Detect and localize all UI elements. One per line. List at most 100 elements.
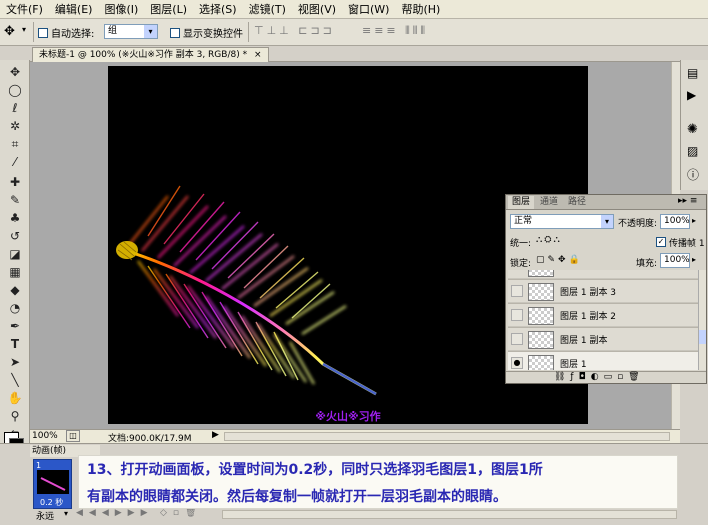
move-tool-icon[interactable]: ✥ bbox=[4, 24, 15, 39]
horizontal-scrollbar[interactable] bbox=[224, 432, 670, 441]
playback-controls-icon[interactable]: ◀◀◀▶▶▶ bbox=[76, 508, 154, 518]
layer-name: 图层 1 bbox=[560, 360, 587, 370]
menu-image[interactable]: 图像(I) bbox=[98, 0, 144, 19]
zoom-tool-icon[interactable]: ⚲ bbox=[5, 408, 25, 425]
gradient-tool-icon[interactable]: ▦ bbox=[5, 264, 25, 281]
layer-name: 图层 1 副本 bbox=[560, 336, 608, 346]
toolbox: ✥ ◯ ℓ ✲ ⌗ ⁄ ✚ ✎ ♣ ↺ ◪ ▦ ◆ ◔ ✒ T ➤ ╲ ✋ ⚲ … bbox=[0, 60, 30, 462]
layer-row[interactable]: 图层 1 副本 3 bbox=[508, 279, 698, 302]
menu-file[interactable]: 文件(F) bbox=[0, 0, 49, 19]
zoom-level[interactable]: 100% bbox=[32, 431, 58, 441]
opacity-field[interactable]: 100% bbox=[660, 214, 690, 229]
panel-menu-icon[interactable]: ▸▸ ≡ bbox=[678, 196, 697, 206]
clone-stamp-icon[interactable]: ♣ bbox=[5, 210, 25, 227]
blend-mode-dropdown[interactable]: 正常 ▾ bbox=[510, 214, 614, 229]
layer-thumbnail bbox=[528, 270, 554, 277]
layer-thumbnail bbox=[528, 331, 554, 349]
loop-dropdown-arrow-icon[interactable]: ▾ bbox=[64, 509, 68, 518]
status-menu-arrow-icon[interactable]: ▶ bbox=[212, 430, 219, 440]
lock-buttons-icon[interactable]: ▢✎✥🔒 bbox=[536, 255, 583, 265]
healing-brush-icon[interactable]: ✚ bbox=[5, 174, 25, 191]
frame-tools-icon[interactable]: ◇▫🗑 bbox=[160, 508, 202, 518]
loop-option[interactable]: 永远 bbox=[36, 509, 54, 522]
frame-thumbnail bbox=[37, 470, 69, 494]
distribute-buttons-icon[interactable]: ≡≡≡ ⫴⫴⫴ bbox=[362, 24, 428, 38]
menu-help[interactable]: 帮助(H) bbox=[395, 0, 446, 19]
visibility-off-icon[interactable] bbox=[511, 309, 523, 321]
visibility-off-icon[interactable] bbox=[511, 285, 523, 297]
visibility-off-icon[interactable] bbox=[511, 333, 523, 345]
status-bar: 100% ◫ 文档:900.0K/17.9M ▶ bbox=[30, 429, 680, 444]
unify-label: 统一: bbox=[510, 239, 532, 249]
tool-preset-arrow-icon[interactable]: ▾ bbox=[22, 25, 26, 34]
actions-panel-icon[interactable]: ▤ bbox=[687, 66, 698, 80]
show-transform-label: 显示变换控件 bbox=[183, 29, 243, 40]
document-tab-title: 未标题-1 @ 100% (※火山※习作 副本 3, RGB/8) * bbox=[39, 50, 248, 60]
right-dock: ▤ ▶ ✺ ▨ ⓘ bbox=[680, 60, 708, 190]
auto-select-checkbox[interactable] bbox=[38, 26, 48, 39]
tab-layers[interactable]: 图层 bbox=[508, 196, 535, 209]
tab-channels[interactable]: 通道 bbox=[536, 196, 562, 209]
magic-wand-icon[interactable]: ✲ bbox=[5, 118, 25, 135]
show-transform-checkbox[interactable] bbox=[170, 26, 180, 39]
history-brush-icon[interactable]: ↺ bbox=[5, 228, 25, 245]
lasso-tool-icon[interactable]: ℓ bbox=[5, 100, 25, 117]
crop-tool-icon[interactable]: ⌗ bbox=[5, 136, 25, 153]
frame-delay[interactable]: 0.2 秒 bbox=[40, 497, 63, 508]
layers-scrollbar[interactable] bbox=[698, 270, 706, 370]
layer-row[interactable]: 图层 1 副本 2 bbox=[508, 303, 698, 326]
align-buttons-icon[interactable]: ⊤⊥⊥ ⊏⊐⊐ bbox=[254, 24, 335, 37]
propagate-frame-checkbox[interactable]: ✓ bbox=[656, 235, 666, 248]
info-panel-icon[interactable]: ⓘ bbox=[687, 166, 699, 183]
opacity-slider-arrow-icon[interactable]: ▸ bbox=[692, 216, 696, 225]
line-tool-icon[interactable]: ╲ bbox=[5, 372, 25, 389]
eye-icon[interactable]: ● bbox=[511, 357, 523, 369]
unify-buttons-icon[interactable]: ⛬⛭⛬ bbox=[536, 235, 562, 245]
fill-slider-arrow-icon[interactable]: ▸ bbox=[692, 255, 696, 264]
hand-tool-icon[interactable]: ✋ bbox=[5, 390, 25, 407]
layer-row-selected[interactable]: ● 图层 1 bbox=[508, 351, 698, 370]
layer-thumbnail bbox=[528, 307, 554, 325]
fill-field[interactable]: 100% bbox=[660, 253, 690, 268]
brushes-panel-icon[interactable]: ✺ bbox=[687, 122, 698, 137]
eyedropper-icon[interactable]: ⁄ bbox=[5, 154, 25, 171]
type-tool-icon[interactable]: T bbox=[5, 336, 25, 353]
menu-filter[interactable]: 滤镜(T) bbox=[243, 0, 292, 19]
scrollbar-thumb[interactable] bbox=[699, 330, 706, 344]
blur-tool-icon[interactable]: ◆ bbox=[5, 282, 25, 299]
pen-tool-icon[interactable]: ✒ bbox=[5, 318, 25, 335]
fill-label: 填充: bbox=[636, 259, 658, 269]
menu-edit[interactable]: 编辑(E) bbox=[49, 0, 99, 19]
caption-line-1: 13、打开动画面板，设置时间为0.2秒，同时只选择羽毛图层1，图层1所 bbox=[87, 462, 543, 478]
menu-view[interactable]: 视图(V) bbox=[292, 0, 342, 19]
layer-footer-buttons-icon[interactable]: ⛓ƒ◘◐▭▫🗑 bbox=[554, 372, 645, 382]
menu-window[interactable]: 窗口(W) bbox=[342, 0, 395, 19]
status-info-icon[interactable]: ◫ bbox=[66, 430, 80, 442]
layer-row[interactable]: 图层 1 副本 bbox=[508, 327, 698, 350]
animation-frame[interactable]: 1 0.2 秒 bbox=[33, 459, 72, 509]
chevron-down-icon: ▾ bbox=[144, 25, 157, 38]
tab-paths[interactable]: 路径 bbox=[564, 196, 590, 209]
eraser-tool-icon[interactable]: ◪ bbox=[5, 246, 25, 263]
auto-select-dropdown[interactable]: 组 ▾ bbox=[104, 24, 158, 39]
brush-tool-icon[interactable]: ✎ bbox=[5, 192, 25, 209]
layer-row[interactable] bbox=[508, 270, 698, 278]
path-select-icon[interactable]: ➤ bbox=[5, 354, 25, 371]
document-tab[interactable]: 未标题-1 @ 100% (※火山※习作 副本 3, RGB/8) * × bbox=[32, 47, 269, 62]
close-icon[interactable]: × bbox=[254, 50, 262, 60]
opacity-value: 100% bbox=[664, 216, 690, 226]
play-panel-icon[interactable]: ▶ bbox=[687, 88, 696, 102]
menu-layer[interactable]: 图层(L) bbox=[144, 0, 193, 19]
dodge-tool-icon[interactable]: ◔ bbox=[5, 300, 25, 317]
auto-select-value: 组 bbox=[108, 26, 118, 36]
image-panel-icon[interactable]: ▨ bbox=[687, 144, 698, 158]
animation-scrollbar[interactable] bbox=[222, 510, 677, 519]
move-tool-icon[interactable]: ✥ bbox=[5, 64, 25, 81]
layers-panel: 图层 通道 路径 ▸▸ ≡ 正常 ▾ 不透明度: 100% ▸ 统一: ⛬⛭⛬ … bbox=[505, 194, 707, 384]
opacity-label: 不透明度: bbox=[618, 219, 658, 229]
layer-name: 图层 1 副本 3 bbox=[560, 288, 617, 298]
chevron-down-icon: ▾ bbox=[601, 215, 613, 228]
layer-thumbnail bbox=[528, 355, 554, 370]
menu-select[interactable]: 选择(S) bbox=[193, 0, 243, 19]
marquee-tool-icon[interactable]: ◯ bbox=[5, 82, 25, 99]
